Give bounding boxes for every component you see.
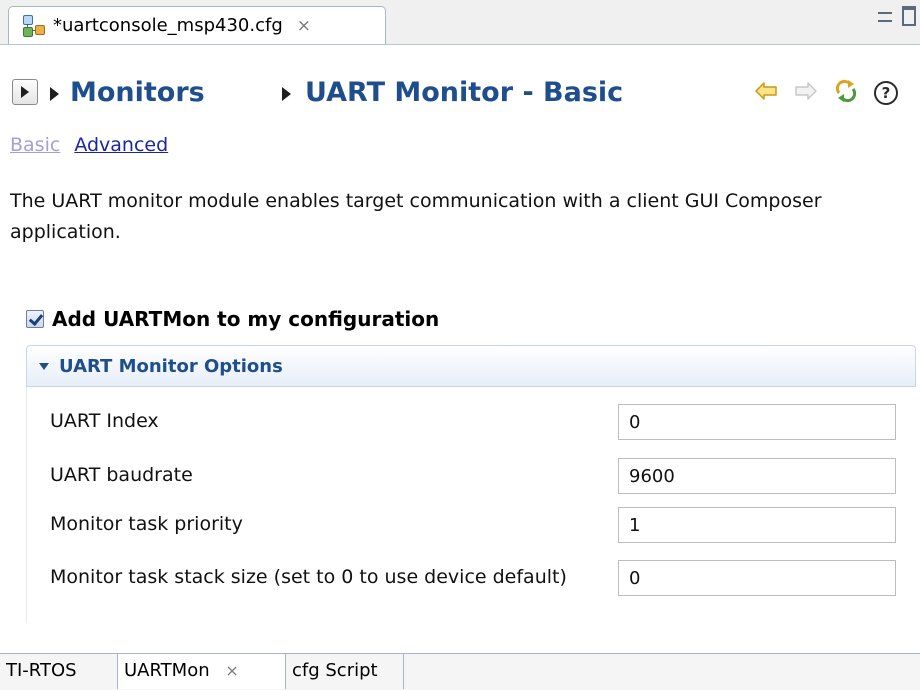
module-description: The UART monitor module enables target c… (10, 190, 822, 243)
editor-tab-strip: *uartconsole_msp430.cfg ⨯ (0, 0, 920, 45)
back-arrow-icon[interactable] (754, 81, 778, 105)
option-label: UART baudrate (50, 464, 193, 486)
close-icon[interactable]: ⨯ (297, 16, 311, 36)
tab-label: UARTMon (124, 660, 210, 681)
uart-index-input[interactable] (618, 404, 896, 440)
option-label: Monitor task stack size (set to 0 to use… (50, 566, 567, 588)
page-header: Monitors UART Monitor - Basic ? (0, 45, 920, 135)
play-icon (21, 86, 29, 98)
option-label: UART Index (50, 410, 159, 432)
page-links: Basic Advanced (10, 134, 168, 156)
minimize-icon[interactable] (878, 12, 892, 22)
bottom-tab-bar: TI-RTOS UARTMon ⨯ cfg Script (0, 653, 920, 690)
editor-tab-cfg[interactable]: *uartconsole_msp430.cfg ⨯ (8, 6, 386, 44)
section-header[interactable]: UART Monitor Options (26, 345, 916, 387)
option-label: Monitor task priority (50, 513, 243, 535)
add-module-checkbox-row[interactable]: Add UARTMon to my configuration (26, 307, 439, 331)
tab-ti-rtos[interactable]: TI-RTOS (0, 654, 118, 689)
add-module-checkbox[interactable] (26, 310, 44, 328)
checkmark-icon (28, 310, 44, 327)
editor-tab-label: *uartconsole_msp430.cfg (53, 15, 283, 36)
tab-cfg-script[interactable]: cfg Script (286, 654, 404, 689)
refresh-icon[interactable] (834, 79, 858, 107)
basic-link[interactable]: Basic (10, 134, 60, 156)
breadcrumb-separator-icon (50, 86, 60, 105)
option-row-uart-index: UART Index (50, 404, 896, 440)
tab-label: cfg Script (292, 660, 378, 681)
page-title: UART Monitor - Basic (305, 77, 624, 108)
tab-uartmon[interactable]: UARTMon ⨯ (118, 654, 286, 689)
stack-size-input[interactable] (618, 560, 896, 596)
cfg-file-icon (23, 14, 45, 37)
option-row-task-priority: Monitor task priority (50, 507, 896, 543)
section-title: UART Monitor Options (59, 355, 283, 377)
forward-arrow-icon[interactable] (794, 81, 818, 105)
close-icon[interactable]: ⨯ (225, 661, 238, 680)
task-priority-input[interactable] (618, 507, 896, 543)
maximize-icon[interactable] (902, 6, 916, 26)
tab-label: TI-RTOS (6, 660, 77, 681)
breadcrumb-monitors[interactable]: Monitors (70, 77, 205, 108)
option-row-uart-baudrate: UART baudrate (50, 458, 896, 494)
expand-nav-button[interactable] (12, 79, 38, 105)
add-module-label[interactable]: Add UARTMon to my configuration (52, 307, 439, 331)
option-row-stack-size: Monitor task stack size (set to 0 to use… (50, 560, 896, 596)
collapse-triangle-icon[interactable] (39, 362, 49, 370)
advanced-link[interactable]: Advanced (74, 134, 168, 156)
uart-baudrate-input[interactable] (618, 458, 896, 494)
help-icon[interactable]: ? (874, 81, 898, 105)
breadcrumb-separator-icon (282, 86, 292, 105)
